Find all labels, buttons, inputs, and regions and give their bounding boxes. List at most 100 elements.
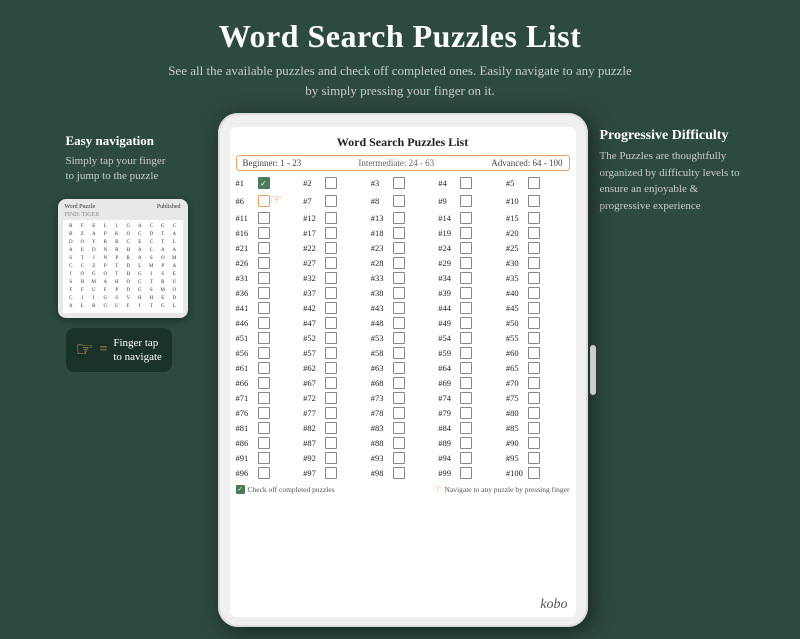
puzzle-item[interactable]: #63 — [371, 362, 435, 374]
puzzle-checkbox[interactable] — [393, 302, 405, 314]
puzzle-item[interactable]: #32 — [303, 272, 367, 284]
puzzle-item[interactable]: #99 — [438, 467, 502, 479]
puzzle-checkbox[interactable] — [460, 362, 472, 374]
puzzle-item[interactable]: #62 — [303, 362, 367, 374]
puzzle-item[interactable]: #2 — [303, 177, 367, 189]
puzzle-item[interactable]: #9 — [438, 192, 502, 209]
puzzle-item[interactable]: #88 — [371, 437, 435, 449]
puzzle-item[interactable]: #3 — [371, 177, 435, 189]
puzzle-checkbox[interactable] — [528, 227, 540, 239]
puzzle-checkbox[interactable] — [460, 212, 472, 224]
puzzle-checkbox[interactable] — [393, 362, 405, 374]
puzzle-checkbox[interactable] — [393, 242, 405, 254]
puzzle-item[interactable]: #82 — [303, 422, 367, 434]
puzzle-checkbox[interactable] — [258, 287, 270, 299]
puzzle-item[interactable]: #60 — [506, 347, 570, 359]
puzzle-item[interactable]: #78 — [371, 407, 435, 419]
puzzle-item[interactable]: #44 — [438, 302, 502, 314]
puzzle-item[interactable]: #45 — [506, 302, 570, 314]
puzzle-item[interactable]: #25 — [506, 242, 570, 254]
puzzle-item[interactable]: #23 — [371, 242, 435, 254]
puzzle-checkbox[interactable] — [393, 437, 405, 449]
puzzle-checkbox[interactable] — [258, 467, 270, 479]
puzzle-checkbox[interactable] — [393, 227, 405, 239]
puzzle-item[interactable]: #47 — [303, 317, 367, 329]
puzzle-checkbox[interactable] — [393, 287, 405, 299]
puzzle-checkbox[interactable] — [325, 242, 337, 254]
puzzle-item[interactable]: #97 — [303, 467, 367, 479]
puzzle-item[interactable]: #34 — [438, 272, 502, 284]
puzzle-checkbox[interactable] — [325, 377, 337, 389]
puzzle-checkbox[interactable] — [393, 177, 405, 189]
puzzle-checkbox[interactable] — [258, 212, 270, 224]
puzzle-item[interactable]: #67 — [303, 377, 367, 389]
puzzle-item[interactable]: #39 — [438, 287, 502, 299]
puzzle-item[interactable]: #37 — [303, 287, 367, 299]
puzzle-checkbox[interactable] — [393, 392, 405, 404]
puzzle-item[interactable]: #7 — [303, 192, 367, 209]
puzzle-item[interactable]: #38 — [371, 287, 435, 299]
puzzle-checkbox[interactable] — [325, 452, 337, 464]
puzzle-checkbox[interactable] — [325, 437, 337, 449]
puzzle-checkbox[interactable] — [258, 347, 270, 359]
puzzle-checkbox[interactable] — [528, 407, 540, 419]
puzzle-checkbox[interactable] — [325, 392, 337, 404]
puzzle-item[interactable]: #92 — [303, 452, 367, 464]
puzzle-item[interactable]: #90 — [506, 437, 570, 449]
puzzle-checkbox[interactable] — [393, 407, 405, 419]
puzzle-checkbox[interactable] — [258, 362, 270, 374]
puzzle-item[interactable]: #80 — [506, 407, 570, 419]
puzzle-checkbox[interactable] — [393, 377, 405, 389]
puzzle-checkbox[interactable] — [393, 467, 405, 479]
puzzle-checkbox[interactable] — [528, 377, 540, 389]
puzzle-checkbox[interactable] — [460, 227, 472, 239]
puzzle-checkbox[interactable] — [460, 242, 472, 254]
puzzle-item[interactable]: #96 — [236, 467, 300, 479]
puzzle-item[interactable]: #89 — [438, 437, 502, 449]
puzzle-item[interactable]: #75 — [506, 392, 570, 404]
puzzle-checkbox[interactable] — [258, 242, 270, 254]
puzzle-item[interactable]: #24 — [438, 242, 502, 254]
puzzle-item[interactable]: #86 — [236, 437, 300, 449]
puzzle-checkbox[interactable] — [258, 302, 270, 314]
puzzle-item[interactable]: #91 — [236, 452, 300, 464]
puzzle-checkbox[interactable] — [258, 437, 270, 449]
puzzle-checkbox[interactable] — [258, 407, 270, 419]
puzzle-checkbox[interactable] — [325, 272, 337, 284]
puzzle-item[interactable]: #65 — [506, 362, 570, 374]
puzzle-checkbox[interactable] — [460, 407, 472, 419]
puzzle-item[interactable]: #13 — [371, 212, 435, 224]
puzzle-item[interactable]: #69 — [438, 377, 502, 389]
puzzle-checkbox[interactable] — [460, 437, 472, 449]
puzzle-checkbox[interactable] — [393, 452, 405, 464]
puzzle-checkbox[interactable] — [393, 272, 405, 284]
puzzle-item[interactable]: #42 — [303, 302, 367, 314]
puzzle-checkbox[interactable] — [528, 362, 540, 374]
puzzle-item[interactable]: #83 — [371, 422, 435, 434]
puzzle-item[interactable]: #70 — [506, 377, 570, 389]
puzzle-item[interactable]: #35 — [506, 272, 570, 284]
puzzle-item[interactable]: #46 — [236, 317, 300, 329]
puzzle-checkbox[interactable] — [528, 452, 540, 464]
puzzle-checkbox[interactable] — [528, 422, 540, 434]
puzzle-item[interactable]: #55 — [506, 332, 570, 344]
puzzle-item[interactable]: #59 — [438, 347, 502, 359]
puzzle-item[interactable]: #50 — [506, 317, 570, 329]
puzzle-item[interactable]: #8 — [371, 192, 435, 209]
puzzle-checkbox[interactable] — [325, 347, 337, 359]
puzzle-checkbox[interactable] — [528, 242, 540, 254]
puzzle-item[interactable]: #61 — [236, 362, 300, 374]
puzzle-item[interactable]: #51 — [236, 332, 300, 344]
puzzle-checkbox[interactable] — [528, 467, 540, 479]
puzzle-item[interactable]: #100 — [506, 467, 570, 479]
puzzle-checkbox[interactable] — [258, 422, 270, 434]
puzzle-checkbox[interactable] — [325, 317, 337, 329]
puzzle-checkbox[interactable] — [325, 257, 337, 269]
puzzle-checkbox[interactable] — [325, 212, 337, 224]
puzzle-checkbox[interactable] — [393, 195, 405, 207]
puzzle-checkbox[interactable] — [258, 392, 270, 404]
puzzle-checkbox[interactable] — [528, 437, 540, 449]
puzzle-checkbox[interactable] — [325, 407, 337, 419]
puzzle-item[interactable]: #22 — [303, 242, 367, 254]
puzzle-item[interactable]: #77 — [303, 407, 367, 419]
